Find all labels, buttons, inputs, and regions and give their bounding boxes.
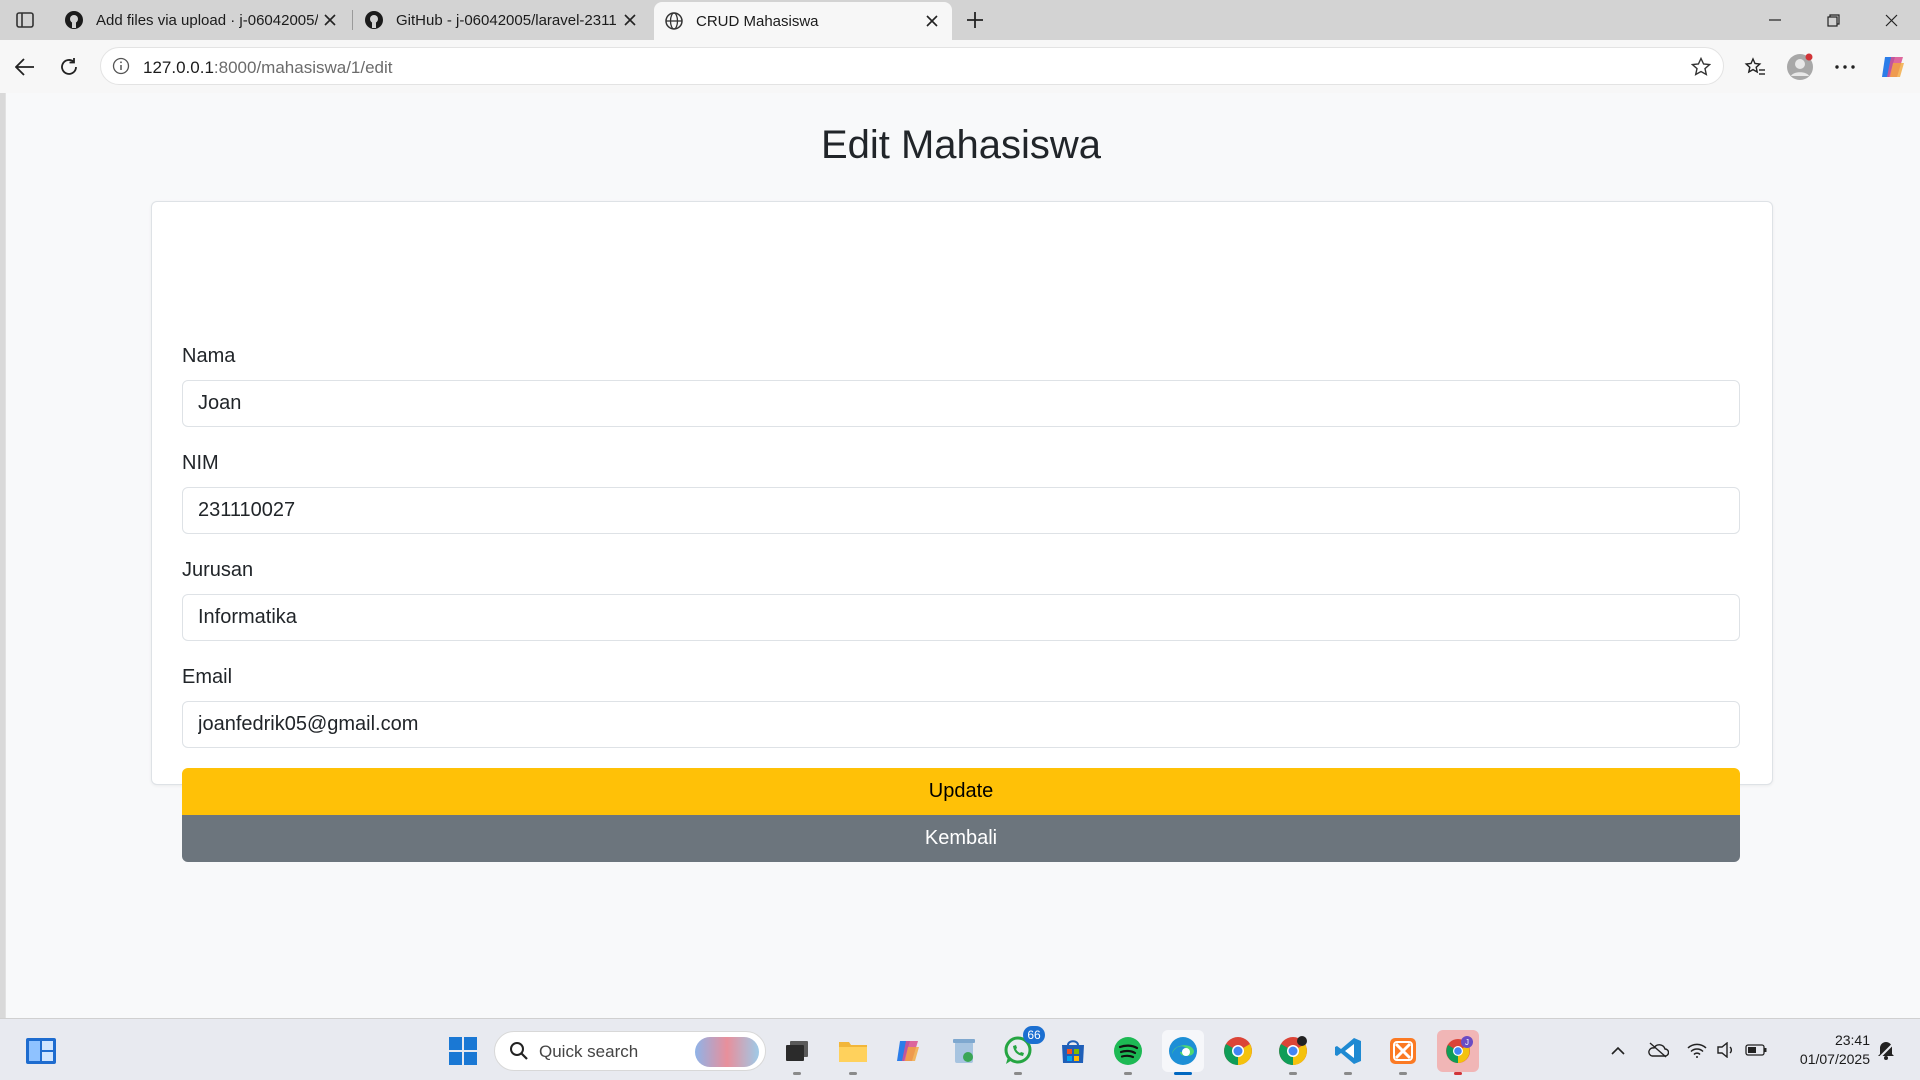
xampp-icon[interactable] [1382,1030,1424,1075]
kembali-button[interactable]: Kembali [182,815,1740,862]
whatsapp-icon[interactable]: 66 [997,1026,1045,1075]
page-viewport: Edit Mahasiswa Nama NIM Jurusan Email Up… [5,93,1920,1018]
chrome-profile-icon[interactable] [1272,1030,1314,1075]
running-indicator [1014,1072,1022,1075]
microsoft-store-icon[interactable] [1052,1030,1094,1072]
tab-divider [352,10,353,30]
taskbar-search[interactable]: Quick search [494,1031,766,1071]
tab-title: Add files via upload · j-06042005/ [96,11,318,29]
close-icon[interactable] [318,8,342,32]
system-clock[interactable]: 23:41 01/07/2025 [1780,1031,1870,1069]
search-highlight-image [695,1037,759,1067]
chevron-up-icon[interactable] [1605,1037,1631,1063]
wifi-icon[interactable] [1684,1037,1710,1063]
edit-form-card: Nama NIM Jurusan Email Update Kembali [151,201,1773,862]
chrome-icon[interactable] [1217,1030,1259,1072]
copilot-app-icon[interactable] [887,1030,929,1072]
back-arrow-icon[interactable] [8,50,42,84]
favorite-star-icon[interactable] [1689,55,1713,79]
taskbar: Quick search 66 J 23:41 01/07/2025 [0,1018,1920,1080]
start-windows-icon[interactable] [442,1030,484,1072]
url-host: 127.0.0.1 [143,58,214,77]
running-indicator [793,1072,801,1075]
chrome-profile-j-icon[interactable]: J [1437,1030,1479,1075]
notification-bell-icon[interactable] [1873,1037,1899,1063]
running-indicator [1344,1072,1352,1075]
battery-icon[interactable] [1743,1037,1769,1063]
nama-label: Nama [182,345,236,367]
more-options-icon[interactable] [1828,50,1862,84]
tab-github-repo[interactable]: GitHub - j-06042005/laravel-2311 [354,0,650,40]
close-icon[interactable] [618,8,642,32]
running-indicator [1289,1072,1297,1075]
spotify-icon[interactable] [1107,1030,1149,1075]
window-close-icon[interactable] [1862,0,1920,40]
onedrive-icon[interactable] [1645,1037,1671,1063]
browser-toolbar: 127.0.0.1:8000/mahasiswa/1/edit [0,40,1920,93]
email-label: Email [182,666,233,688]
tab-github-upload[interactable]: Add files via upload · j-06042005/ [54,0,350,40]
reload-icon[interactable] [52,50,86,84]
edge-browser-icon[interactable] [1162,1030,1204,1075]
nim-label: NIM [182,452,219,474]
task-view-icon[interactable] [776,1030,818,1075]
search-placeholder: Quick search [539,1042,639,1061]
close-icon[interactable] [920,9,944,33]
email-input[interactable] [182,701,1740,748]
site-info-icon[interactable] [111,56,131,76]
url-text: 127.0.0.1:8000/mahasiswa/1/edit [143,58,393,78]
jurusan-input[interactable] [182,594,1740,641]
clock-time: 23:41 [1834,1032,1870,1048]
tab-crud-mahasiswa[interactable]: CRUD Mahasiswa [654,2,952,40]
profile-avatar-icon[interactable] [1783,50,1817,84]
svg-text:J: J [1465,1038,1469,1047]
url-path: :8000/mahasiswa/1/edit [213,58,393,77]
file-explorer-icon[interactable] [832,1030,874,1075]
tab-title: GitHub - j-06042005/laravel-2311 [396,11,617,29]
github-icon [364,10,384,30]
nim-input[interactable] [182,487,1740,534]
notification-badge: 66 [1023,1026,1045,1044]
running-indicator [1174,1072,1192,1075]
copilot-icon[interactable] [1876,50,1910,84]
tab-actions-icon[interactable] [8,6,42,34]
widgets-icon[interactable] [20,1030,62,1072]
globe-icon [664,11,684,31]
volume-icon[interactable] [1713,1037,1739,1063]
running-indicator [1124,1072,1132,1075]
running-indicator [1399,1072,1407,1075]
vscode-icon[interactable] [1327,1030,1369,1075]
search-icon [509,1041,529,1066]
clock-date: 01/07/2025 [1799,1051,1870,1067]
nama-input[interactable] [182,380,1740,427]
minimize-icon[interactable] [1746,0,1804,40]
tab-strip: Add files via upload · j-06042005/ GitHu… [0,0,1920,40]
jurusan-label: Jurusan [182,559,254,581]
running-indicator [1454,1072,1462,1075]
favorites-icon[interactable] [1738,50,1772,84]
github-icon [64,10,84,30]
page-title: Edit Mahasiswa [820,123,1102,167]
update-button[interactable]: Update [182,768,1740,815]
restore-icon[interactable] [1804,0,1862,40]
new-tab-button[interactable] [960,6,990,34]
tab-title: CRUD Mahasiswa [696,12,819,30]
recycle-app-icon[interactable] [943,1030,985,1072]
running-indicator [849,1072,857,1075]
address-bar[interactable]: 127.0.0.1:8000/mahasiswa/1/edit [100,47,1724,85]
